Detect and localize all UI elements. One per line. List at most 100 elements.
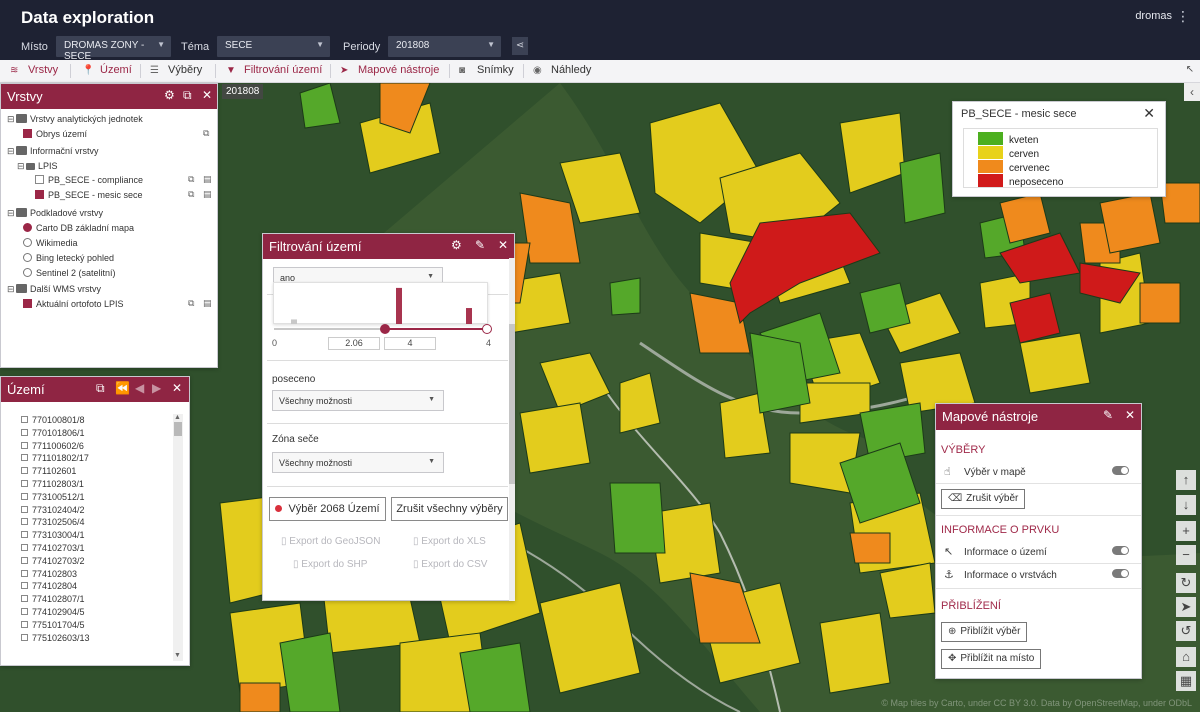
scrollbar-thumb[interactable]: [509, 324, 515, 484]
tema-select[interactable]: SECE ▼: [217, 36, 330, 57]
collapse-icon[interactable]: ⊟: [17, 161, 26, 172]
layer-wikimedia[interactable]: Wikimedia: [23, 238, 78, 248]
list-item[interactable]: 773102506/4: [21, 517, 85, 527]
table-icon[interactable]: ▤: [203, 174, 212, 185]
zoom-out-icon[interactable]: −: [1176, 545, 1196, 565]
vyber-v-mape-row[interactable]: ☝ Výběr v mapě: [944, 465, 1026, 478]
popout-icon[interactable]: ⧉: [183, 88, 192, 103]
list-item[interactable]: 775102603/13: [21, 633, 90, 643]
list-item[interactable]: 774102904/5: [21, 607, 85, 617]
list-item[interactable]: 775101704/5: [21, 620, 85, 630]
list-item[interactable]: 771102803/1: [21, 479, 84, 489]
kebab-menu-icon[interactable]: ⋮: [1176, 8, 1190, 25]
scrollbar[interactable]: [173, 414, 183, 661]
copy-icon[interactable]: ⧉: [188, 298, 194, 309]
informace-o-vrstvach-toggle[interactable]: [1112, 569, 1129, 578]
informace-o-uzemi-row[interactable]: ↖ Informace o území: [944, 545, 1047, 558]
layer-sentinel[interactable]: Sentinel 2 (satelitní): [23, 268, 116, 278]
share-icon[interactable]: ⋖: [512, 37, 528, 55]
list-item[interactable]: 770100801/8: [21, 415, 85, 425]
next-icon[interactable]: ▶: [152, 381, 161, 395]
tab-mapove-nastroje[interactable]: ➤ Mapové nástroje: [340, 64, 439, 76]
close-icon[interactable]: ✕: [172, 381, 182, 395]
export-shp-button[interactable]: ▯ Export do SHP: [293, 559, 367, 570]
range-handle-low[interactable]: [380, 324, 390, 334]
list-item[interactable]: 771100602/6: [21, 441, 84, 451]
pan-down-icon[interactable]: ↓: [1176, 495, 1196, 515]
layer-radio[interactable]: [23, 253, 32, 262]
zrusit-vyber-button[interactable]: ⌫ Zrušit výběr: [941, 489, 1026, 509]
tab-vrstvy[interactable]: ≋ Vrstvy: [10, 64, 58, 76]
copy-icon[interactable]: ⧉: [188, 174, 194, 185]
tab-snimky[interactable]: ◙ Snímky: [459, 64, 514, 76]
settings-sliders-icon[interactable]: ⚙: [451, 238, 462, 252]
vyber-v-mape-toggle[interactable]: [1112, 466, 1129, 475]
zona-sece-select[interactable]: Všechny možnosti ▼: [272, 452, 444, 473]
layer-pb-sece-compliance[interactable]: PB_SECE - compliance: [35, 175, 143, 185]
close-icon[interactable]: ✕: [1143, 105, 1155, 122]
export-csv-button[interactable]: ▯ Export do CSV: [413, 559, 487, 570]
close-icon[interactable]: ✕: [498, 238, 508, 252]
informace-o-vrstvach-row[interactable]: ⚓ Informace o vrstvách: [944, 568, 1057, 581]
list-item[interactable]: 773102404/2: [21, 505, 85, 515]
copy-icon[interactable]: ⧉: [188, 189, 194, 200]
chevron-left-icon[interactable]: ‹: [1184, 83, 1200, 101]
tab-vybery[interactable]: ☰ Výběry: [150, 64, 202, 76]
collapse-icon[interactable]: ⊟: [7, 146, 16, 157]
pin-icon[interactable]: ✎: [1103, 408, 1113, 422]
layer-checkbox[interactable]: [35, 175, 44, 184]
zrusit-vybery-button[interactable]: Zrušit všechny výběry: [391, 497, 508, 521]
tree-group-lpis[interactable]: ⊟ LPIS: [17, 161, 58, 172]
list-item[interactable]: 774102703/2: [21, 556, 85, 566]
collapse-icon[interactable]: ⊟: [7, 208, 16, 219]
range-handle-high[interactable]: [482, 324, 492, 334]
misto-select[interactable]: DROMAS ZONY - SECE ▼: [56, 36, 171, 62]
compass-icon[interactable]: ➤: [1176, 597, 1196, 617]
list-item[interactable]: 774102803: [21, 569, 77, 579]
informace-o-uzemi-toggle[interactable]: [1112, 546, 1129, 555]
slider-low-input[interactable]: 2.06: [328, 337, 380, 350]
pointer-icon[interactable]: ↖: [1186, 64, 1194, 75]
table-icon[interactable]: ▤: [203, 298, 212, 309]
collapse-icon[interactable]: ⊟: [7, 114, 16, 125]
layer-checkbox[interactable]: [23, 129, 32, 138]
layer-radio[interactable]: [23, 238, 32, 247]
tree-group-podkladove[interactable]: ⊟ Podkladové vrstvy: [7, 208, 103, 219]
vyber-uzemi-button[interactable]: Výběr 2068 Území: [269, 497, 386, 521]
street-view-icon[interactable]: ⌂: [1176, 647, 1196, 667]
tree-group-wms[interactable]: ⊟ Další WMS vrstvy: [7, 284, 101, 295]
layer-radio[interactable]: [23, 268, 32, 277]
layer-carto-db[interactable]: Carto DB základní mapa: [23, 223, 134, 233]
settings-sliders-icon[interactable]: ⚙: [164, 88, 175, 102]
poseceno-select[interactable]: Všechny možnosti ▼: [272, 390, 444, 411]
close-icon[interactable]: ✕: [1125, 408, 1135, 422]
tab-nahledy[interactable]: ◉ Náhledy: [533, 64, 591, 76]
rotate-icon[interactable]: ↻: [1176, 573, 1196, 593]
layer-obrys-uzemi[interactable]: Obrys území: [23, 129, 87, 139]
periody-select[interactable]: 201808 ▼: [388, 36, 501, 57]
layer-checkbox[interactable]: [23, 299, 32, 308]
collapse-icon[interactable]: ⊟: [7, 284, 16, 295]
scroll-up-icon[interactable]: ▲: [174, 414, 181, 421]
tab-filtrovani[interactable]: ▼ Filtrování území: [226, 64, 322, 76]
priblizit-vyber-button[interactable]: ⊕ Přiblížit výběr: [941, 622, 1028, 642]
pan-up-icon[interactable]: ↑: [1176, 470, 1196, 490]
slider-high-input[interactable]: 4: [384, 337, 436, 350]
tree-group-analyticke[interactable]: ⊟ Vrstvy analytických jednotek: [7, 114, 143, 125]
tree-group-informacni[interactable]: ⊟ Informační vrstvy: [7, 146, 99, 157]
list-item[interactable]: 773100512/1: [21, 492, 85, 502]
priblizit-na-misto-button[interactable]: ✥ Přiblížit na místo: [941, 649, 1042, 669]
scrollbar-thumb[interactable]: [174, 422, 182, 436]
scroll-down-icon[interactable]: ▼: [174, 652, 181, 659]
prev-icon[interactable]: ◀: [135, 381, 144, 395]
tab-uzemi[interactable]: 📍 Území: [82, 64, 132, 76]
table-icon[interactable]: ▤: [203, 189, 212, 200]
pin-icon[interactable]: ✎: [475, 238, 485, 252]
layer-pb-sece-mesic[interactable]: PB_SECE - mesic sece: [35, 190, 143, 200]
export-xls-button[interactable]: ▯ Export do XLS: [413, 536, 486, 547]
layer-checkbox[interactable]: [35, 190, 44, 199]
list-item[interactable]: 771102601: [21, 466, 76, 476]
popout-icon[interactable]: ⧉: [96, 381, 105, 396]
list-item[interactable]: 774102807/1: [21, 594, 85, 604]
grid-layout-icon[interactable]: ▦: [1176, 671, 1196, 691]
